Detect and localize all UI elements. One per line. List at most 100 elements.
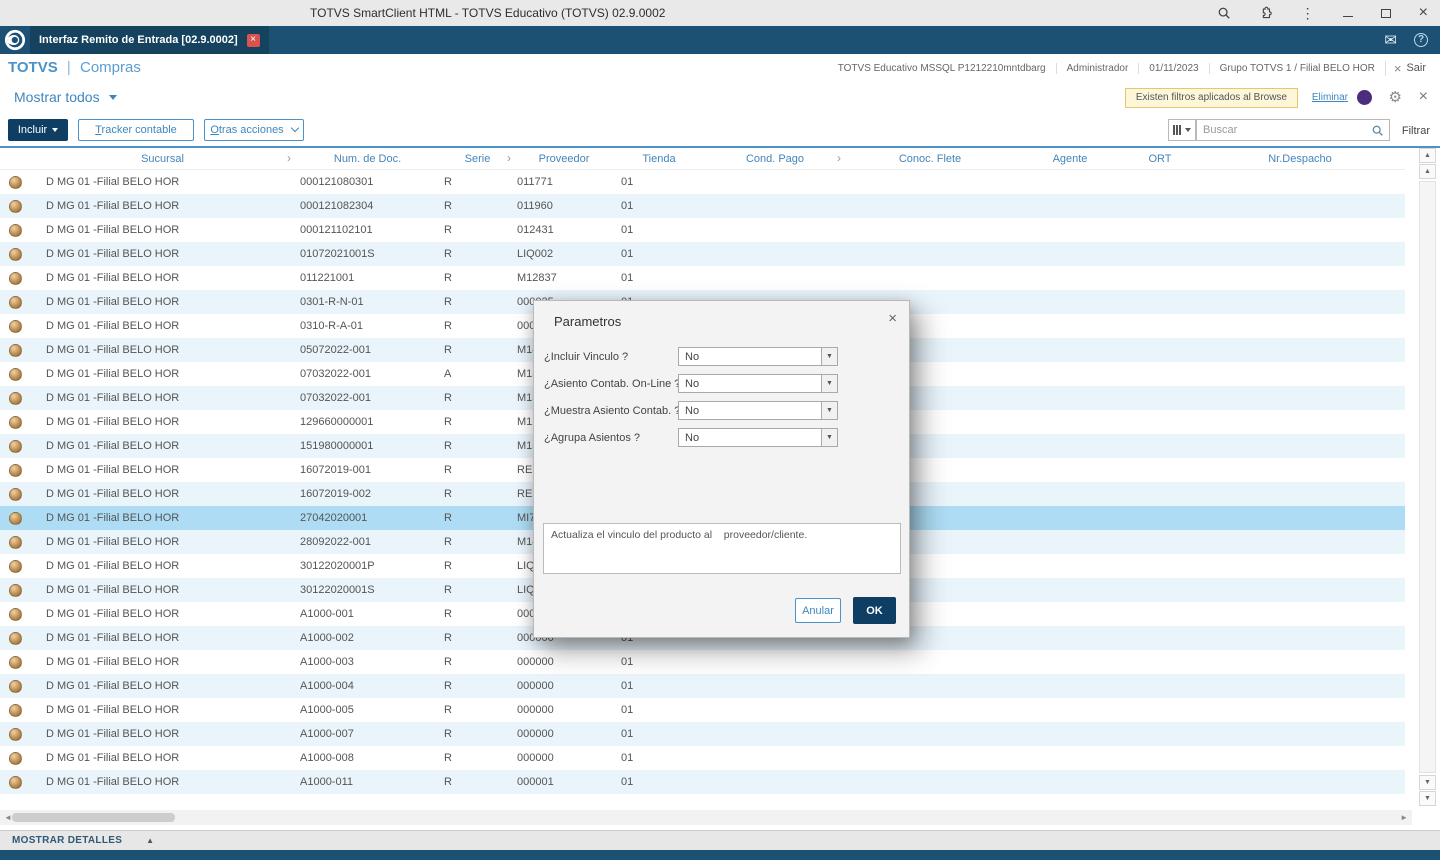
tracker-contable-button[interactable]: Tracker contable xyxy=(78,119,194,141)
otras-acciones-button[interactable]: Otras acciones xyxy=(204,119,304,141)
table-row[interactable]: D MG 01 -Filial BELO HOR A1000-007 R 000000… xyxy=(0,722,1405,746)
param-select-value: No xyxy=(685,405,700,417)
status-icon xyxy=(8,463,22,477)
sort-indicator-icon: › xyxy=(507,151,511,165)
column-header-tienda[interactable]: Tienda xyxy=(613,148,705,169)
menu-kebab-icon[interactable]: ⋮ xyxy=(1301,5,1315,22)
table-row[interactable]: D MG 01 -Filial BELO HOR A1000-008 R 000000… xyxy=(0,746,1405,770)
status-icon xyxy=(8,535,22,549)
view-selector-dropdown[interactable]: Mostrar todos xyxy=(14,89,117,105)
dialog-title: Parametros xyxy=(554,314,622,329)
extensions-puzzle-icon[interactable] xyxy=(1259,6,1273,20)
table-row[interactable]: D MG 01 -Filial BELO HOR 000121102101 R 012… xyxy=(0,218,1405,242)
status-icon xyxy=(8,439,22,453)
scroll-last-button[interactable]: ▼ xyxy=(1419,791,1436,806)
param-select-value: No xyxy=(685,378,700,390)
search-box xyxy=(1196,119,1390,141)
assistant-icon[interactable] xyxy=(1357,90,1372,105)
scroll-left-icon[interactable]: ◄ xyxy=(4,813,12,822)
tab-interfaz-remito[interactable]: Interfaz Remito de Entrada [02.9.0002] × xyxy=(30,26,269,54)
column-header-agente[interactable]: Agente xyxy=(1015,148,1125,169)
environment-label: TOTVS Educativo MSSQL P1212210mntdbarg xyxy=(837,62,1046,74)
table-row[interactable]: D MG 01 -Filial BELO HOR 000121080301 R 011… xyxy=(0,170,1405,194)
table-row[interactable]: D MG 01 -Filial BELO HOR A1000-004 R 000000… xyxy=(0,674,1405,698)
columns-icon xyxy=(1173,125,1181,135)
chevron-down-icon[interactable]: ▼ xyxy=(821,348,837,365)
chevron-down-icon xyxy=(290,123,299,133)
chevron-up-icon: ▲ xyxy=(146,836,155,845)
clear-filter-link[interactable]: Eliminar xyxy=(1312,92,1348,103)
column-header-num-de-doc[interactable]: Num. de Doc. xyxy=(295,148,440,169)
search-magnifier-icon[interactable] xyxy=(1371,124,1384,137)
param-label: ¿Agrupa Asientos ? xyxy=(544,432,641,444)
status-icon xyxy=(8,487,22,501)
exit-button[interactable]: × Sair xyxy=(1384,60,1434,76)
maximize-button[interactable] xyxy=(1380,8,1391,18)
chevron-down-icon xyxy=(52,128,59,132)
table-row[interactable]: D MG 01 -Filial BELO HOR 01072021001S R LIQ… xyxy=(0,242,1405,266)
help-icon[interactable]: ? xyxy=(1414,33,1428,47)
horizontal-scrollbar-thumb[interactable] xyxy=(12,813,175,822)
status-icon xyxy=(8,655,22,669)
column-header-conoc-flete[interactable]: Conoc. Flete xyxy=(845,148,1015,169)
chevron-down-icon[interactable]: ▼ xyxy=(821,402,837,419)
status-icon xyxy=(8,223,22,237)
status-icon xyxy=(8,631,22,645)
dialog-fields: ¿Incluir Vinculo ? No ▼ ¿Asiento Contab. On… xyxy=(534,346,909,454)
search-icon[interactable] xyxy=(1217,6,1231,20)
gear-icon[interactable]: ⚙ xyxy=(1389,88,1402,106)
mail-icon[interactable]: ✉ xyxy=(1384,31,1397,49)
horizontal-scrollbar[interactable]: ◄ ► xyxy=(0,810,1412,825)
column-header-ort[interactable]: ORT xyxy=(1125,148,1195,169)
window-controls: ⋮ × xyxy=(1217,0,1428,26)
status-icon xyxy=(8,679,22,693)
vertical-scrollbar-track[interactable] xyxy=(1419,181,1436,773)
table-row[interactable]: D MG 01 -Filial BELO HOR 011221001 R M12837… xyxy=(0,266,1405,290)
column-header-sucursal[interactable]: Sucursal › xyxy=(30,148,295,169)
column-header-cond-pago[interactable]: Cond. Pago › xyxy=(705,148,845,169)
status-icon xyxy=(8,727,22,741)
param-select[interactable]: No ▼ xyxy=(678,374,838,393)
scroll-up-button[interactable]: ▲ xyxy=(1419,164,1436,179)
view-selector-label: Mostrar todos xyxy=(14,89,100,105)
column-header-nr-despacho[interactable]: Nr.Despacho xyxy=(1195,148,1405,169)
dialog-close-icon[interactable]: × xyxy=(888,310,897,327)
chevron-down-icon[interactable]: ▼ xyxy=(821,429,837,446)
incluir-button[interactable]: Incluir xyxy=(8,119,68,141)
table-row[interactable]: D MG 01 -Filial BELO HOR 000121082304 R 011… xyxy=(0,194,1405,218)
table-row[interactable]: D MG 01 -Filial BELO HOR A1000-003 R 000000… xyxy=(0,650,1405,674)
otras-label: Otras acciones xyxy=(210,124,284,136)
minimize-button[interactable] xyxy=(1342,10,1353,17)
search-input[interactable] xyxy=(1197,124,1371,136)
app-header: TOTVS | Compras TOTVS Educativo MSSQL P1… xyxy=(0,54,1440,82)
status-icon xyxy=(8,367,22,381)
totvs-logo-icon[interactable] xyxy=(4,29,26,51)
filtrar-link[interactable]: Filtrar xyxy=(1402,125,1430,137)
chevron-down-icon[interactable]: ▼ xyxy=(821,375,837,392)
show-details-toggle[interactable]: MOSTRAR DETALLES ▲ xyxy=(0,830,1440,850)
column-header-status xyxy=(0,148,30,169)
column-config-button[interactable] xyxy=(1168,119,1196,141)
scroll-down-button[interactable]: ▼ xyxy=(1419,775,1436,790)
status-icon xyxy=(8,319,22,333)
browse-bar: Mostrar todos Existen filtros aplicados … xyxy=(0,82,1440,114)
anular-button[interactable]: Anular xyxy=(795,598,841,623)
ok-button[interactable]: OK xyxy=(853,597,896,624)
scroll-first-button[interactable]: ▲ xyxy=(1419,148,1436,163)
scroll-right-icon[interactable]: ► xyxy=(1400,813,1408,822)
column-header-serie[interactable]: Serie › xyxy=(440,148,515,169)
column-header-proveedor[interactable]: Proveedor xyxy=(515,148,613,169)
param-label: ¿Muestra Asiento Contab. ? xyxy=(544,405,681,417)
param-select[interactable]: No ▼ xyxy=(678,347,838,366)
close-browse-icon[interactable]: × xyxy=(1419,88,1428,106)
environment-info: TOTVS Educativo MSSQL P1212210mntdbarg A… xyxy=(828,54,1434,82)
app-window: TOTVS SmartClient HTML - TOTVS Educativo… xyxy=(0,0,1440,860)
table-row[interactable]: D MG 01 -Filial BELO HOR A1000-005 R 000000… xyxy=(0,698,1405,722)
close-button[interactable]: × xyxy=(1419,5,1428,21)
tab-close-icon[interactable]: × xyxy=(246,33,260,47)
table-row[interactable]: D MG 01 -Filial BELO HOR A1000-011 R 000001… xyxy=(0,770,1405,794)
status-icon xyxy=(8,703,22,717)
tabbar-actions: ✉ ? xyxy=(1384,26,1428,54)
param-select[interactable]: No ▼ xyxy=(678,401,838,420)
param-select[interactable]: No ▼ xyxy=(678,428,838,447)
